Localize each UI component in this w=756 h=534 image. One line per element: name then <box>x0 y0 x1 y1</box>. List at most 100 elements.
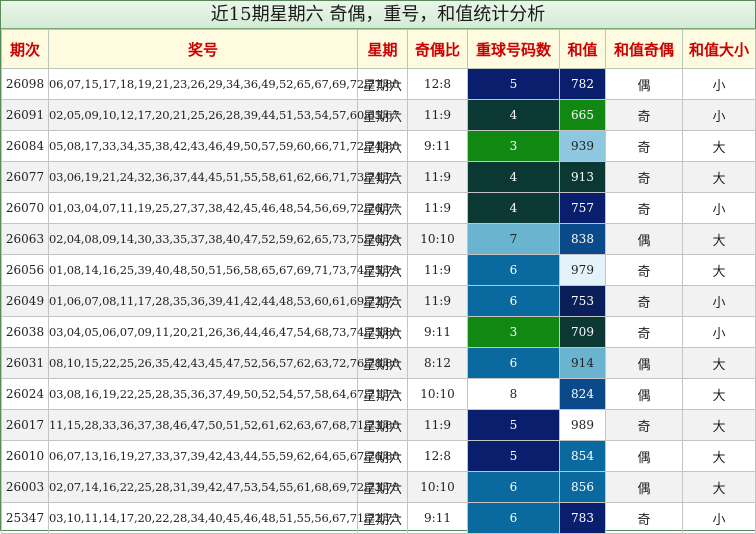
weekday-cell: 星期六 <box>357 440 408 472</box>
numbers-cell: 05,08,17,33,34,35,38,42,43,46,49,50,57,5… <box>48 130 400 162</box>
table-row: 26063 02,04,08,09,14,30,33,35,37,38,40,47… <box>1 223 756 255</box>
ratio-cell: 9:11 <box>407 316 468 348</box>
repeat-count-cell: 8 <box>467 378 560 410</box>
period-cell: 26077 <box>1 161 49 193</box>
sum-size-cell: 大 <box>682 471 756 503</box>
sum-cell: 838 <box>559 223 606 255</box>
table-row: 26049 01,06,07,08,11,17,28,35,36,39,41,42… <box>1 285 756 317</box>
weekday-cell: 星期六 <box>357 316 408 348</box>
period-cell: 26038 <box>1 316 49 348</box>
table-body: 26098 06,07,15,17,18,19,21,23,26,29,34,36… <box>1 68 756 534</box>
sum-parity-cell: 奇 <box>605 254 683 286</box>
table-row: 26077 03,06,19,21,24,32,36,37,44,45,51,55… <box>1 161 756 193</box>
weekday-cell: 星期六 <box>357 130 408 162</box>
numbers-cell: 02,04,08,09,14,30,33,35,37,38,40,47,52,5… <box>48 223 400 255</box>
ratio-cell: 11:9 <box>407 161 468 193</box>
repeat-count-cell: 5 <box>467 440 560 472</box>
stats-panel: 近15期星期六 奇偶，重号，和值统计分析 期次 奖号 星期 奇偶比 重球号码数 … <box>0 0 756 534</box>
table-row: 25347 03,10,11,14,17,20,22,28,34,40,45,46… <box>1 502 756 534</box>
ratio-cell: 10:10 <box>407 223 468 255</box>
numbers-cell: 03,04,05,06,07,09,11,20,21,26,36,44,46,4… <box>48 316 400 348</box>
ratio-cell: 12:8 <box>407 440 468 472</box>
sum-size-cell: 小 <box>682 68 756 100</box>
ratio-cell: 10:10 <box>407 471 468 503</box>
numbers-cell: 06,07,15,17,18,19,21,23,26,29,34,36,49,5… <box>48 68 400 100</box>
sum-cell: 782 <box>559 68 606 100</box>
results-table: 期次 奖号 星期 奇偶比 重球号码数 和值 和值奇偶 和值大小 26098 06,… <box>1 29 756 534</box>
ratio-cell: 10:10 <box>407 378 468 410</box>
header-odd-even-ratio: 奇偶比 <box>407 29 468 69</box>
sum-parity-cell: 偶 <box>605 347 683 379</box>
weekday-cell: 星期六 <box>357 223 408 255</box>
sum-parity-cell: 奇 <box>605 192 683 224</box>
table-row: 26031 08,10,15,22,25,26,35,42,43,45,47,52… <box>1 347 756 379</box>
repeat-count-cell: 5 <box>467 409 560 441</box>
repeat-count-cell: 6 <box>467 471 560 503</box>
ratio-cell: 9:11 <box>407 130 468 162</box>
repeat-count-cell: 6 <box>467 347 560 379</box>
numbers-cell: 01,03,04,07,11,19,25,27,37,38,42,45,46,4… <box>48 192 400 224</box>
weekday-cell: 星期六 <box>357 378 408 410</box>
sum-parity-cell: 奇 <box>605 316 683 348</box>
period-cell: 26084 <box>1 130 49 162</box>
sum-cell: 979 <box>559 254 606 286</box>
numbers-cell: 01,08,14,16,25,39,40,48,50,51,56,58,65,6… <box>48 254 400 286</box>
sum-cell: 824 <box>559 378 606 410</box>
table-header-row: 期次 奖号 星期 奇偶比 重球号码数 和值 和值奇偶 和值大小 <box>1 29 756 69</box>
ratio-cell: 11:9 <box>407 254 468 286</box>
table-row: 26017 11,15,28,33,36,37,38,46,47,50,51,52… <box>1 409 756 441</box>
sum-parity-cell: 奇 <box>605 161 683 193</box>
table-row: 26098 06,07,15,17,18,19,21,23,26,29,34,36… <box>1 68 756 100</box>
sum-parity-cell: 偶 <box>605 68 683 100</box>
sum-parity-cell: 奇 <box>605 130 683 162</box>
repeat-count-cell: 4 <box>467 192 560 224</box>
ratio-cell: 12:8 <box>407 68 468 100</box>
sum-cell: 913 <box>559 161 606 193</box>
ratio-cell: 11:9 <box>407 192 468 224</box>
header-repeat-count: 重球号码数 <box>467 29 560 69</box>
header-sum: 和值 <box>559 29 606 69</box>
header-sum-size: 和值大小 <box>682 29 756 69</box>
sum-cell: 665 <box>559 99 606 131</box>
sum-size-cell: 大 <box>682 254 756 286</box>
weekday-cell: 星期六 <box>357 285 408 317</box>
weekday-cell: 星期六 <box>357 409 408 441</box>
numbers-cell: 06,07,13,16,19,27,33,37,39,42,43,44,55,5… <box>48 440 400 472</box>
sum-size-cell: 大 <box>682 378 756 410</box>
page-title: 近15期星期六 奇偶，重号，和值统计分析 <box>1 1 755 29</box>
numbers-cell: 03,08,16,19,22,25,28,35,36,37,49,50,52,5… <box>48 378 400 410</box>
repeat-count-cell: 6 <box>467 285 560 317</box>
numbers-cell: 03,06,19,21,24,32,36,37,44,45,51,55,58,6… <box>48 161 400 193</box>
header-sum-parity: 和值奇偶 <box>605 29 683 69</box>
table-row: 26003 02,07,14,16,22,25,28,31,39,42,47,53… <box>1 471 756 503</box>
repeat-count-cell: 4 <box>467 99 560 131</box>
sum-cell: 989 <box>559 409 606 441</box>
repeat-count-cell: 6 <box>467 254 560 286</box>
sum-parity-cell: 奇 <box>605 409 683 441</box>
sum-cell: 856 <box>559 471 606 503</box>
sum-size-cell: 小 <box>682 192 756 224</box>
sum-parity-cell: 偶 <box>605 440 683 472</box>
header-period: 期次 <box>1 29 49 69</box>
repeat-count-cell: 3 <box>467 130 560 162</box>
period-cell: 26010 <box>1 440 49 472</box>
repeat-count-cell: 6 <box>467 502 560 534</box>
table-row: 26084 05,08,17,33,34,35,38,42,43,46,49,50… <box>1 130 756 162</box>
header-numbers: 奖号 <box>48 29 358 69</box>
period-cell: 25347 <box>1 502 49 534</box>
repeat-count-cell: 5 <box>467 68 560 100</box>
period-cell: 26098 <box>1 68 49 100</box>
sum-size-cell: 小 <box>682 99 756 131</box>
repeat-count-cell: 3 <box>467 316 560 348</box>
sum-parity-cell: 偶 <box>605 223 683 255</box>
table-row: 26024 03,08,16,19,22,25,28,35,36,37,49,50… <box>1 378 756 410</box>
numbers-cell: 11,15,28,33,36,37,38,46,47,50,51,52,61,6… <box>48 409 400 441</box>
sum-parity-cell: 奇 <box>605 285 683 317</box>
sum-size-cell: 小 <box>682 502 756 534</box>
sum-size-cell: 大 <box>682 130 756 162</box>
period-cell: 26003 <box>1 471 49 503</box>
sum-size-cell: 大 <box>682 409 756 441</box>
weekday-cell: 星期六 <box>357 192 408 224</box>
sum-cell: 914 <box>559 347 606 379</box>
weekday-cell: 星期六 <box>357 68 408 100</box>
